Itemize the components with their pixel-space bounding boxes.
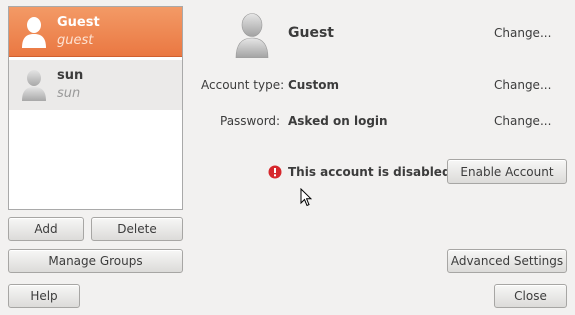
user-row-guest[interactable]: Guest guest — [9, 7, 182, 57]
add-user-button[interactable]: Add — [8, 217, 84, 241]
password-label: Password: — [220, 114, 281, 128]
account-type-value: Custom — [288, 78, 339, 92]
advanced-settings-button[interactable]: Advanced Settings — [447, 249, 567, 273]
user-row-sun[interactable]: sun sun — [9, 60, 182, 110]
user-name: Guest — [57, 15, 100, 30]
close-button[interactable]: Close — [494, 284, 567, 308]
user-name: sun — [57, 68, 84, 83]
error-icon — [268, 165, 282, 182]
user-login: sun — [57, 86, 81, 101]
user-login: guest — [57, 33, 94, 48]
mouse-pointer-icon — [300, 187, 313, 210]
account-avatar-icon[interactable] — [234, 12, 270, 61]
password-value: Asked on login — [288, 114, 388, 128]
manage-groups-button[interactable]: Manage Groups — [8, 249, 183, 273]
disabled-message: This account is disabled. — [288, 165, 456, 179]
change-name-button[interactable]: Change... — [494, 26, 551, 40]
user-silhouette-icon — [21, 16, 47, 51]
change-password-button[interactable]: Change... — [494, 114, 551, 128]
user-list[interactable]: Guest guest sun sun — [8, 6, 183, 210]
help-button[interactable]: Help — [8, 284, 80, 308]
enable-account-button[interactable]: Enable Account — [447, 159, 567, 184]
account-type-label: Account type: — [201, 78, 285, 92]
user-silhouette-icon — [21, 69, 47, 104]
change-account-type-button[interactable]: Change... — [494, 78, 551, 92]
delete-user-button[interactable]: Delete — [91, 217, 183, 241]
account-name[interactable]: Guest — [288, 25, 334, 41]
